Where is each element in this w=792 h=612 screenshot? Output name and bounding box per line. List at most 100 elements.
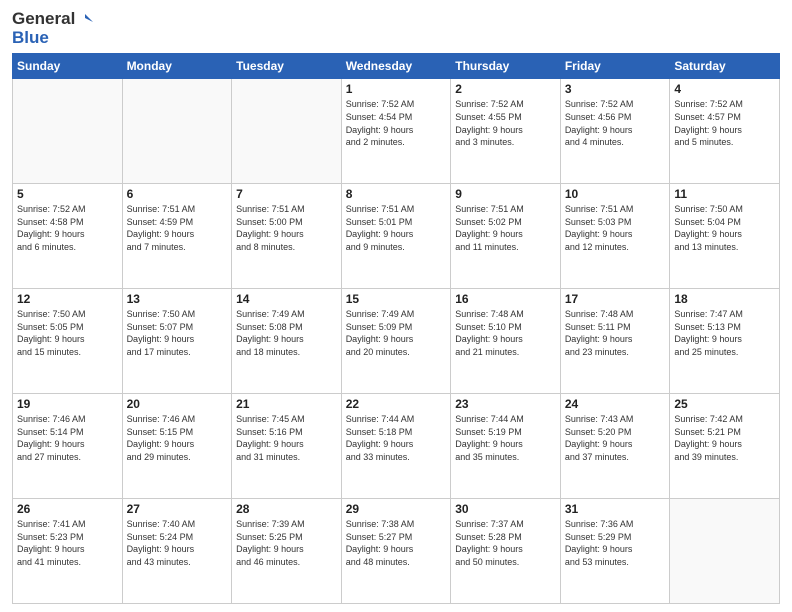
calendar-cell: 29 Sunrise: 7:38 AM Sunset: 5:27 PM Dayli… [341,499,451,604]
day-detail: Sunrise: 7:44 AM Sunset: 5:19 PM Dayligh… [455,413,556,463]
day-detail: Sunrise: 7:50 AM Sunset: 5:04 PM Dayligh… [674,203,775,253]
calendar-cell: 20 Sunrise: 7:46 AM Sunset: 5:15 PM Dayli… [122,394,232,499]
calendar-cell: 13 Sunrise: 7:50 AM Sunset: 5:07 PM Dayli… [122,289,232,394]
weekday-header-thursday: Thursday [451,54,561,79]
logo: General Blue [12,10,93,47]
day-detail: Sunrise: 7:51 AM Sunset: 4:59 PM Dayligh… [127,203,228,253]
day-detail: Sunrise: 7:52 AM Sunset: 4:57 PM Dayligh… [674,98,775,148]
calendar-cell: 8 Sunrise: 7:51 AM Sunset: 5:01 PM Daylig… [341,184,451,289]
calendar-cell: 3 Sunrise: 7:52 AM Sunset: 4:56 PM Daylig… [560,79,670,184]
page-container: General Blue SundayMondayTuesdayWednesda… [0,0,792,612]
calendar-cell: 7Sunrise: 7:51 AM Sunset: 5:00 PM Daylig… [232,184,342,289]
day-detail: Sunrise: 7:36 AM Sunset: 5:29 PM Dayligh… [565,518,666,568]
day-detail: Sunrise: 7:46 AM Sunset: 5:15 PM Dayligh… [127,413,228,463]
day-number: 15 [346,292,447,306]
day-detail: Sunrise: 7:43 AM Sunset: 5:20 PM Dayligh… [565,413,666,463]
day-detail: Sunrise: 7:46 AM Sunset: 5:14 PM Dayligh… [17,413,118,463]
day-detail: Sunrise: 7:47 AM Sunset: 5:13 PM Dayligh… [674,308,775,358]
day-number: 27 [127,502,228,516]
day-number: 5 [17,187,118,201]
day-number: 26 [17,502,118,516]
day-detail: Sunrise: 7:51 AM Sunset: 5:02 PM Dayligh… [455,203,556,253]
calendar-cell: 15 Sunrise: 7:49 AM Sunset: 5:09 PM Dayli… [341,289,451,394]
calendar-cell: 2Sunrise: 7:52 AM Sunset: 4:55 PM Daylig… [451,79,561,184]
week-row-5: 26 Sunrise: 7:41 AM Sunset: 5:23 PM Dayli… [13,499,780,604]
day-detail: Sunrise: 7:52 AM Sunset: 4:54 PM Dayligh… [346,98,447,148]
day-number: 18 [674,292,775,306]
day-detail: Sunrise: 7:40 AM Sunset: 5:24 PM Dayligh… [127,518,228,568]
day-number: 11 [674,187,775,201]
day-detail: Sunrise: 7:48 AM Sunset: 5:11 PM Dayligh… [565,308,666,358]
calendar-cell: 9Sunrise: 7:51 AM Sunset: 5:02 PM Daylig… [451,184,561,289]
day-number: 1 [346,82,447,96]
day-number: 6 [127,187,228,201]
calendar-cell: 10Sunrise: 7:51 AM Sunset: 5:03 PM Dayli… [560,184,670,289]
day-number: 21 [236,397,337,411]
logo-text: General Blue [12,10,93,47]
day-number: 10 [565,187,666,201]
calendar-cell: 31 Sunrise: 7:36 AM Sunset: 5:29 PM Dayli… [560,499,670,604]
day-detail: Sunrise: 7:51 AM Sunset: 5:01 PM Dayligh… [346,203,447,253]
weekday-header-tuesday: Tuesday [232,54,342,79]
week-row-2: 5 Sunrise: 7:52 AM Sunset: 4:58 PM Daylig… [13,184,780,289]
day-detail: Sunrise: 7:38 AM Sunset: 5:27 PM Dayligh… [346,518,447,568]
day-detail: Sunrise: 7:37 AM Sunset: 5:28 PM Dayligh… [455,518,556,568]
day-number: 19 [17,397,118,411]
weekday-header-saturday: Saturday [670,54,780,79]
weekday-header-sunday: Sunday [13,54,123,79]
day-detail: Sunrise: 7:45 AM Sunset: 5:16 PM Dayligh… [236,413,337,463]
weekday-header-row: SundayMondayTuesdayWednesdayThursdayFrid… [13,54,780,79]
logo-bird-icon [77,12,93,28]
calendar-cell: 16 Sunrise: 7:48 AM Sunset: 5:10 PM Dayli… [451,289,561,394]
weekday-header-friday: Friday [560,54,670,79]
day-number: 20 [127,397,228,411]
day-number: 3 [565,82,666,96]
day-detail: Sunrise: 7:52 AM Sunset: 4:55 PM Dayligh… [455,98,556,148]
calendar-cell: 17 Sunrise: 7:48 AM Sunset: 5:11 PM Dayli… [560,289,670,394]
calendar-cell: 5 Sunrise: 7:52 AM Sunset: 4:58 PM Daylig… [13,184,123,289]
calendar-cell: 1 Sunrise: 7:52 AM Sunset: 4:54 PM Daylig… [341,79,451,184]
calendar-cell: 30 Sunrise: 7:37 AM Sunset: 5:28 PM Dayli… [451,499,561,604]
day-detail: Sunrise: 7:50 AM Sunset: 5:07 PM Dayligh… [127,308,228,358]
calendar-cell: 11 Sunrise: 7:50 AM Sunset: 5:04 PM Dayli… [670,184,780,289]
day-number: 29 [346,502,447,516]
day-detail: Sunrise: 7:49 AM Sunset: 5:08 PM Dayligh… [236,308,337,358]
week-row-4: 19 Sunrise: 7:46 AM Sunset: 5:14 PM Dayli… [13,394,780,499]
day-detail: Sunrise: 7:51 AM Sunset: 5:00 PM Dayligh… [236,203,337,253]
day-number: 30 [455,502,556,516]
day-detail: Sunrise: 7:42 AM Sunset: 5:21 PM Dayligh… [674,413,775,463]
day-number: 25 [674,397,775,411]
day-detail: Sunrise: 7:48 AM Sunset: 5:10 PM Dayligh… [455,308,556,358]
week-row-3: 12Sunrise: 7:50 AM Sunset: 5:05 PM Dayli… [13,289,780,394]
day-detail: Sunrise: 7:44 AM Sunset: 5:18 PM Dayligh… [346,413,447,463]
day-detail: Sunrise: 7:52 AM Sunset: 4:56 PM Dayligh… [565,98,666,148]
day-number: 8 [346,187,447,201]
day-number: 23 [455,397,556,411]
calendar-table: SundayMondayTuesdayWednesdayThursdayFrid… [12,53,780,604]
calendar-cell [670,499,780,604]
calendar-cell: 12Sunrise: 7:50 AM Sunset: 5:05 PM Dayli… [13,289,123,394]
day-detail: Sunrise: 7:39 AM Sunset: 5:25 PM Dayligh… [236,518,337,568]
calendar-cell: 14Sunrise: 7:49 AM Sunset: 5:08 PM Dayli… [232,289,342,394]
day-number: 13 [127,292,228,306]
day-detail: Sunrise: 7:49 AM Sunset: 5:09 PM Dayligh… [346,308,447,358]
logo-general: General [12,9,75,28]
calendar-cell: 25 Sunrise: 7:42 AM Sunset: 5:21 PM Dayli… [670,394,780,499]
week-row-1: 1 Sunrise: 7:52 AM Sunset: 4:54 PM Daylig… [13,79,780,184]
calendar-cell: 6 Sunrise: 7:51 AM Sunset: 4:59 PM Daylig… [122,184,232,289]
calendar-cell [13,79,123,184]
day-number: 16 [455,292,556,306]
day-number: 17 [565,292,666,306]
day-detail: Sunrise: 7:52 AM Sunset: 4:58 PM Dayligh… [17,203,118,253]
calendar-cell: 27 Sunrise: 7:40 AM Sunset: 5:24 PM Dayli… [122,499,232,604]
calendar-cell: 23 Sunrise: 7:44 AM Sunset: 5:19 PM Dayli… [451,394,561,499]
calendar-cell: 24 Sunrise: 7:43 AM Sunset: 5:20 PM Dayli… [560,394,670,499]
day-detail: Sunrise: 7:41 AM Sunset: 5:23 PM Dayligh… [17,518,118,568]
day-number: 22 [346,397,447,411]
day-number: 24 [565,397,666,411]
page-header: General Blue [12,10,780,47]
calendar-cell: 26 Sunrise: 7:41 AM Sunset: 5:23 PM Dayli… [13,499,123,604]
day-number: 31 [565,502,666,516]
day-number: 12 [17,292,118,306]
calendar-cell [232,79,342,184]
